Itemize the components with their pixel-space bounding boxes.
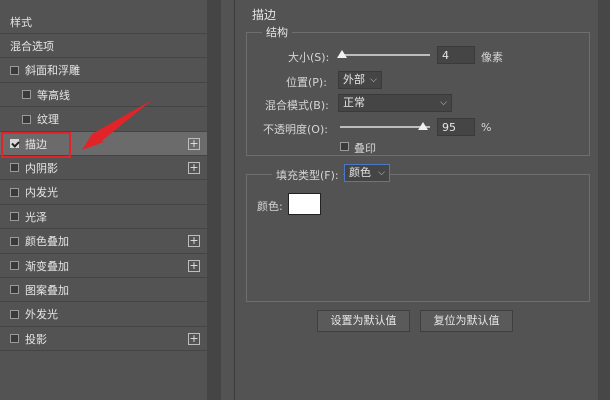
style-checkbox[interactable] bbox=[10, 261, 19, 270]
style-list-item[interactable]: 斜面和浮雕 bbox=[0, 59, 207, 83]
style-checkbox[interactable] bbox=[10, 187, 19, 197]
structure-title: 结构 bbox=[262, 24, 292, 40]
annotation-arrow-icon bbox=[82, 100, 152, 150]
style-list-item-label: 外发光 bbox=[25, 308, 58, 322]
reset-default-button[interactable]: 复位为默认值 bbox=[420, 310, 513, 332]
style-list-item-label: 颜色叠加 bbox=[25, 235, 69, 249]
style-list-item-label: 样式 bbox=[10, 15, 32, 29]
style-list-item-label: 内阴影 bbox=[25, 161, 58, 175]
style-list-item-label: 纹理 bbox=[37, 113, 59, 127]
style-list-item-label: 内发光 bbox=[25, 186, 58, 200]
style-list-item[interactable]: 外发光 bbox=[0, 303, 207, 327]
add-effect-icon[interactable]: + bbox=[188, 161, 200, 174]
overprint-label: 叠印 bbox=[354, 142, 376, 155]
style-checkbox[interactable] bbox=[10, 285, 19, 295]
panel-divider bbox=[234, 0, 235, 400]
blend-mode-value: 正常 bbox=[343, 96, 365, 109]
add-effect-icon[interactable]: + bbox=[188, 235, 200, 248]
annotation-highlight-box bbox=[1, 132, 71, 158]
add-effect-icon[interactable]: + bbox=[188, 259, 200, 272]
size-input[interactable]: 4 bbox=[437, 46, 475, 64]
opacity-slider-track[interactable] bbox=[340, 126, 430, 128]
position-label: 位置(P): bbox=[286, 76, 327, 89]
style-list-item[interactable]: 混合选项 bbox=[0, 34, 207, 59]
chevron-down-icon: ⌵ bbox=[370, 75, 377, 85]
color-swatch[interactable] bbox=[288, 193, 321, 215]
style-list-item-label: 图案叠加 bbox=[25, 283, 69, 297]
color-label: 颜色: bbox=[257, 200, 283, 213]
set-default-button[interactable]: 设置为默认值 bbox=[317, 310, 410, 332]
style-list-item[interactable]: 样式 bbox=[0, 10, 207, 34]
opacity-label: 不透明度(O): bbox=[263, 123, 328, 136]
opacity-unit: % bbox=[481, 121, 492, 134]
add-effect-icon[interactable]: + bbox=[188, 332, 200, 345]
style-list-item[interactable]: 渐变叠加 + bbox=[0, 254, 207, 278]
style-checkbox[interactable] bbox=[10, 309, 19, 319]
fill-type-select[interactable]: 颜色 ⌵ bbox=[344, 164, 390, 182]
style-checkbox[interactable] bbox=[10, 212, 19, 222]
style-list-item[interactable]: 内发光 bbox=[0, 181, 207, 205]
style-list-item-label: 投影 bbox=[25, 332, 47, 346]
add-effect-icon[interactable]: + bbox=[188, 137, 200, 150]
size-label: 大小(S): bbox=[288, 51, 330, 64]
size-unit: 像素 bbox=[481, 51, 503, 64]
fill-type-label: 填充类型(F): bbox=[272, 167, 343, 183]
blend-mode-select[interactable]: 正常 ⌵ bbox=[338, 94, 452, 112]
style-list-item-label: 渐变叠加 bbox=[25, 259, 69, 273]
position-value: 外部 bbox=[343, 73, 365, 86]
style-checkbox[interactable] bbox=[22, 90, 31, 100]
style-checkbox[interactable] bbox=[10, 65, 19, 75]
style-list-item-label: 斜面和浮雕 bbox=[25, 64, 80, 78]
size-slider-thumb[interactable] bbox=[337, 50, 347, 58]
chevron-down-icon: ⌵ bbox=[440, 98, 447, 108]
chevron-down-icon: ⌵ bbox=[378, 168, 385, 178]
size-slider-track[interactable] bbox=[340, 54, 430, 56]
style-checkbox[interactable] bbox=[10, 334, 19, 344]
stroke-section-title: 描边 bbox=[252, 8, 277, 22]
style-checkbox[interactable] bbox=[22, 114, 31, 124]
opacity-slider-thumb[interactable] bbox=[418, 122, 428, 130]
overprint-checkbox[interactable] bbox=[340, 142, 349, 151]
right-scrollbar[interactable] bbox=[598, 0, 610, 400]
style-checkbox[interactable] bbox=[10, 163, 19, 173]
style-checkbox[interactable] bbox=[10, 236, 19, 246]
blend-mode-label: 混合模式(B): bbox=[265, 99, 329, 112]
style-list-item[interactable]: 投影 + bbox=[0, 327, 207, 352]
style-list-item-label: 混合选项 bbox=[10, 39, 54, 53]
opacity-input[interactable]: 95 bbox=[437, 118, 475, 136]
position-select[interactable]: 外部 ⌵ bbox=[338, 71, 382, 89]
style-list-item[interactable]: 内阴影 + bbox=[0, 156, 207, 181]
fill-type-value: 颜色 bbox=[349, 166, 371, 179]
style-list-item-label: 等高线 bbox=[37, 88, 70, 102]
style-list-item-label: 光泽 bbox=[25, 210, 47, 224]
style-list-item[interactable]: 图案叠加 bbox=[0, 278, 207, 303]
style-list-scrollbar[interactable] bbox=[207, 0, 221, 400]
style-list-item[interactable]: 颜色叠加 + bbox=[0, 230, 207, 254]
style-list-item[interactable]: 光泽 bbox=[0, 205, 207, 230]
